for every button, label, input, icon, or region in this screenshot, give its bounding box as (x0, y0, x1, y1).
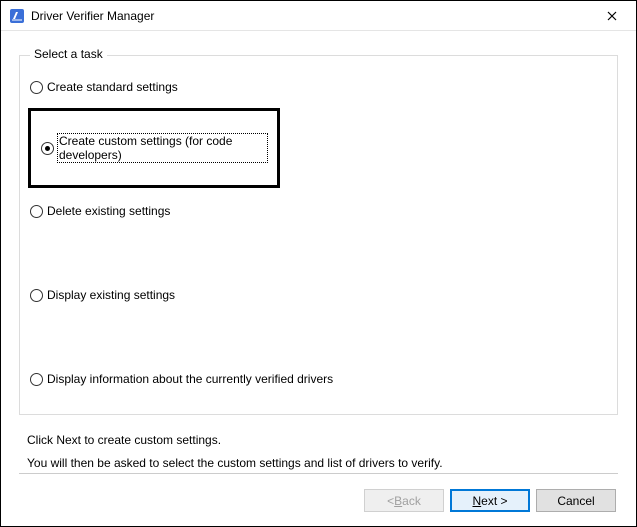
radio-label: Display existing settings (47, 288, 175, 302)
radio-icon (30, 205, 43, 218)
app-icon (9, 8, 25, 24)
hint-text: Click Next to create custom settings. Yo… (27, 429, 610, 475)
radio-display[interactable]: Display existing settings (30, 286, 607, 304)
radio-info[interactable]: Display information about the currently … (30, 370, 607, 388)
radio-icon (30, 289, 43, 302)
next-button[interactable]: Next > (450, 489, 530, 512)
radio-label: Create standard settings (47, 80, 178, 94)
hint-line2: You will then be asked to select the cus… (27, 452, 610, 475)
radio-custom[interactable]: Create custom settings (for code develop… (41, 139, 267, 157)
radio-standard[interactable]: Create standard settings (30, 78, 607, 96)
dialog-content: Select a task Create standard settings C… (1, 31, 636, 475)
window-title: Driver Verifier Manager (31, 9, 589, 23)
cancel-button[interactable]: Cancel (536, 489, 616, 512)
radio-icon (30, 373, 43, 386)
separator (19, 473, 618, 474)
wizard-buttons: < Back Next > Cancel (364, 489, 616, 512)
back-button: < Back (364, 489, 444, 512)
titlebar: Driver Verifier Manager (1, 1, 636, 31)
radio-icon (30, 81, 43, 94)
radio-label: Display information about the currently … (47, 372, 333, 386)
hint-line1: Click Next to create custom settings. (27, 429, 610, 452)
radio-delete[interactable]: Delete existing settings (30, 202, 607, 220)
highlight-box: Create custom settings (for code develop… (28, 108, 280, 188)
radio-icon (41, 142, 54, 155)
task-fieldset: Select a task Create standard settings C… (19, 55, 618, 415)
close-button[interactable] (589, 2, 634, 30)
radio-label: Create custom settings (for code develop… (58, 134, 267, 162)
radio-label: Delete existing settings (47, 204, 170, 218)
fieldset-legend: Select a task (30, 47, 107, 61)
